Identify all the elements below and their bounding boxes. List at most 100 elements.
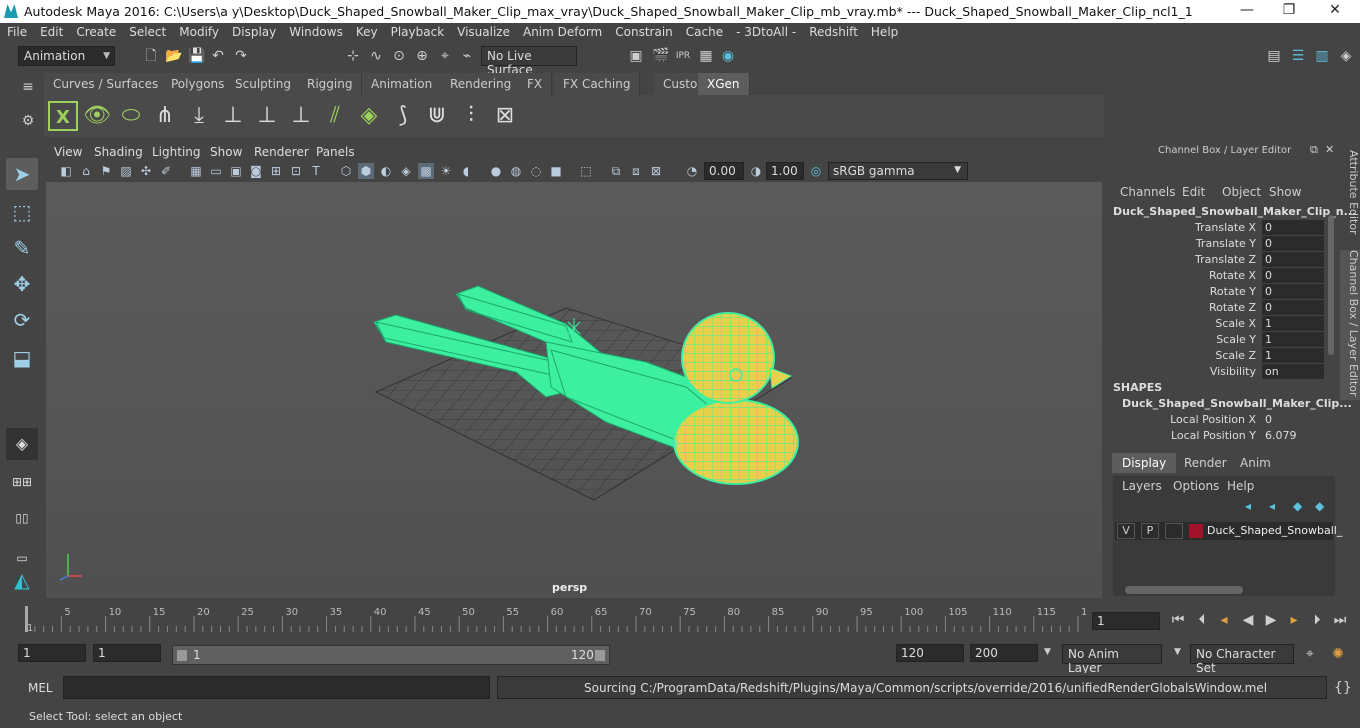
layer-name[interactable]: Duck_Shaped_Snowball_ — [1207, 524, 1342, 537]
snap-view-icon[interactable]: ⊕ — [414, 48, 430, 64]
viewport-menu-renderer[interactable]: Renderer — [254, 145, 309, 159]
shelf-tab-polygons[interactable]: Polygons — [162, 73, 235, 95]
viewport-menu-lighting[interactable]: Lighting — [152, 145, 201, 159]
range-end-handle[interactable] — [595, 650, 605, 661]
layer-display-type-toggle[interactable] — [1165, 523, 1183, 539]
step-forward-key-icon[interactable]: ▸ — [1286, 612, 1302, 628]
camera-attributes-icon[interactable]: ⌂ — [78, 163, 94, 179]
safe-title-icon[interactable]: T — [308, 163, 324, 179]
viewport-menu-view[interactable]: View — [54, 145, 82, 159]
animation-start-field[interactable]: 1 — [18, 644, 86, 662]
camera-select-icon[interactable]: ◧ — [58, 163, 74, 179]
perspective-viewport[interactable]: persp — [46, 182, 1102, 598]
object-name[interactable]: Duck_Shaped_Snowball_Maker_Clip_n... — [1113, 205, 1356, 218]
save-scene-icon[interactable]: 💾 — [188, 48, 205, 64]
help-menu[interactable]: Help — [1227, 479, 1254, 493]
attr-local-position-y[interactable]: Local Position Y 6.079 — [1110, 428, 1336, 444]
render-settings-icon[interactable]: ▣ — [628, 48, 644, 64]
shelf-tab-rendering[interactable]: Rendering — [441, 73, 522, 95]
channel-box-icon[interactable]: ◈ — [1338, 48, 1354, 64]
menu-key[interactable]: Key — [349, 23, 384, 39]
xray-icon[interactable]: ⧉ — [608, 163, 624, 179]
depth-of-field-icon[interactable]: ■ — [548, 163, 564, 179]
attr-scale-z[interactable]: Scale Z1 — [1110, 348, 1336, 364]
smooth-shade-icon[interactable]: ⬢ — [358, 163, 374, 179]
menu-cache[interactable]: Cache — [679, 23, 729, 39]
menuset-dropdown[interactable]: Animation ▼ — [18, 46, 115, 66]
single-view-layout-icon[interactable]: ◈ — [6, 428, 38, 460]
snap-curve-icon[interactable]: ∿ — [368, 48, 384, 64]
shelf-tab-curves-surfaces[interactable]: Curves / Surfaces — [44, 73, 169, 95]
leaf-icon[interactable]: ⬭ — [116, 101, 146, 131]
motion-blur-icon[interactable]: ◍ — [508, 163, 524, 179]
options-menu[interactable]: Options — [1173, 479, 1219, 493]
play-backwards-icon[interactable]: ◀ — [1240, 612, 1256, 628]
anim-layer-dropdown[interactable]: No Anim Layer — [1062, 644, 1162, 675]
render-frame-icon[interactable]: 🎬 — [652, 48, 669, 64]
isolate-select-icon[interactable]: ⬚ — [578, 163, 594, 179]
new-scene-icon[interactable]: 🗋 — [143, 48, 159, 64]
step-back-frame-icon[interactable]: ⏴ — [1194, 612, 1210, 628]
menu-select[interactable]: Select — [122, 23, 172, 39]
auto-key-icon[interactable]: ⌖ — [1302, 646, 1318, 662]
go-to-start-icon[interactable]: ⏮ — [1170, 612, 1186, 628]
menu-help[interactable]: Help — [864, 23, 904, 39]
cut-icon[interactable]: ⟆ — [388, 101, 418, 131]
film-gate-icon[interactable]: ▭ — [208, 163, 224, 179]
menu-modify[interactable]: Modify — [172, 23, 225, 39]
tuft-icon[interactable]: ⋓ — [422, 101, 452, 131]
chevron-down-icon[interactable]: ▼ — [1174, 647, 1181, 657]
layer-playback-toggle[interactable]: P — [1141, 523, 1159, 539]
field-chart-icon[interactable]: ⊞ — [268, 163, 284, 179]
snap-grid-icon[interactable]: ⊹ — [345, 48, 361, 64]
channels-menu[interactable]: Channels — [1120, 185, 1176, 199]
attr-local-position-x[interactable]: Local Position X0 — [1110, 412, 1336, 428]
layers-menu[interactable]: Layers — [1122, 479, 1162, 493]
rotate-tool-icon[interactable]: ⟳ — [6, 304, 38, 336]
move-layer-up-icon[interactable]: ◂ — [1245, 499, 1251, 513]
snap-surface-icon[interactable]: ⌖ — [437, 48, 453, 64]
render-view-icon[interactable]: ▦ — [698, 48, 714, 64]
exposure-icon[interactable]: ◔ — [684, 163, 700, 179]
xray-active-icon[interactable]: ⧈ — [628, 163, 644, 179]
menu-playback[interactable]: Playback — [384, 23, 451, 39]
shelf-menu-icon[interactable]: ≡ — [20, 79, 36, 95]
new-layer-selected-icon[interactable]: ◆ — [1315, 499, 1324, 513]
menu-create[interactable]: Create — [69, 23, 122, 39]
play-forwards-icon[interactable]: ▶ — [1263, 612, 1279, 628]
snap-point-icon[interactable]: ⊙ — [391, 48, 407, 64]
animation-end-field[interactable]: 200 — [970, 644, 1038, 662]
lasso-tool-icon[interactable]: ⬚ — [6, 196, 38, 228]
shadows-icon[interactable]: ◖ — [458, 163, 474, 179]
menu-visualize[interactable]: Visualize — [450, 23, 516, 39]
gamma-icon[interactable]: ◑ — [748, 163, 764, 179]
move-tool-icon[interactable]: ✥ — [6, 268, 38, 300]
guide-icon[interactable]: ⊥ — [252, 101, 282, 131]
four-view-layout-icon[interactable]: ⊞⊞ — [6, 466, 38, 498]
redo-icon[interactable]: ↷ — [233, 48, 249, 64]
new-layer-icon[interactable]: ◆ — [1293, 499, 1302, 513]
comb-icon[interactable]: ⋔ — [150, 101, 180, 131]
layer-hscrollbar[interactable] — [1125, 586, 1243, 594]
open-scene-icon[interactable]: 📂 — [165, 48, 182, 64]
hypershade-icon[interactable]: ◉ — [720, 48, 736, 64]
bookmark-icon[interactable]: ⚑ — [98, 163, 114, 179]
resolution-gate-icon[interactable]: ▣ — [228, 163, 244, 179]
step-forward-frame-icon[interactable]: ⏵ — [1309, 612, 1325, 628]
delete-guide-icon[interactable]: ⊠ — [490, 101, 520, 131]
shelf-tab-animation[interactable]: Animation — [362, 73, 443, 95]
script-language-toggle[interactable]: MEL — [28, 681, 53, 695]
go-to-end-icon[interactable]: ⏭ — [1332, 612, 1348, 628]
paint-select-icon[interactable]: ✎ — [6, 232, 38, 264]
attr-translate-z[interactable]: Translate Z0 — [1110, 252, 1336, 268]
menu-anim-deform[interactable]: Anim Deform — [516, 23, 608, 39]
exposure-field[interactable]: 0.00 — [704, 162, 744, 180]
float-panel-icon[interactable]: ⧉ — [1310, 143, 1318, 157]
attr-visibility[interactable]: Visibility on — [1110, 364, 1336, 380]
viewport-menu-show[interactable]: Show — [210, 145, 242, 159]
move-layer-down-icon[interactable]: ◂ — [1269, 499, 1275, 513]
maximize-button[interactable]: ❐ — [1274, 2, 1304, 20]
script-editor-icon[interactable]: {} — [1334, 680, 1352, 696]
attr-rotate-z[interactable]: Rotate Z0 — [1110, 300, 1336, 316]
grid-toggle-icon[interactable]: ▦ — [188, 163, 204, 179]
